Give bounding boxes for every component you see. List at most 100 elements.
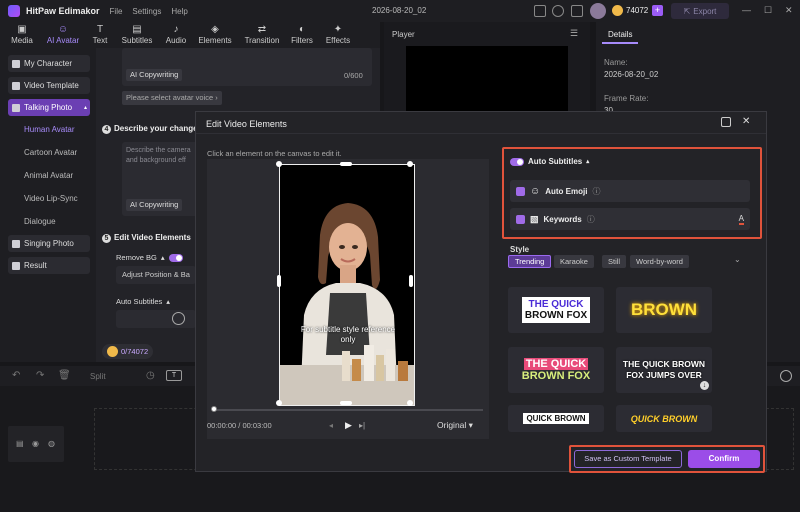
tab-ai-avatar[interactable]: ☺ AI Avatar xyxy=(42,22,84,48)
confirm-button[interactable]: Confirm xyxy=(688,450,760,468)
gift-icon[interactable] xyxy=(571,5,583,17)
left-sidebar: My Character Video Template Talking Phot… xyxy=(0,48,96,362)
sidebar-item-label: Video Template xyxy=(24,81,79,90)
tab-elements[interactable]: ◈ Elements xyxy=(194,22,236,48)
lock-icon[interactable]: ▤ xyxy=(16,439,24,448)
sidebar-item-video-template[interactable]: Video Template xyxy=(8,77,90,94)
remove-bg-label: Remove BG xyxy=(116,253,157,262)
prev-frame-icon[interactable]: ◂ xyxy=(329,421,333,430)
info-icon[interactable]: ⓘ xyxy=(592,186,600,197)
adjust-position-button[interactable]: Adjust Position & Ba xyxy=(116,266,196,284)
keyword-color-icon[interactable]: A xyxy=(738,214,744,225)
close-dialog-icon[interactable]: ✕ xyxy=(742,116,750,127)
split-button[interactable]: Split xyxy=(90,372,106,381)
menu-help[interactable]: Help xyxy=(171,7,187,16)
style-template-6[interactable]: QUICK BROWN xyxy=(616,405,712,432)
aspect-select[interactable]: Original ▾ xyxy=(437,420,473,431)
resize-handle-bl[interactable] xyxy=(276,400,282,406)
sidebar-item-singing-photo[interactable]: Singing Photo xyxy=(8,235,90,252)
save-custom-template-button[interactable]: Save as Custom Template xyxy=(574,450,682,468)
style-template-5[interactable]: QUICK BROWN xyxy=(508,405,604,432)
style-tab-word-by-word[interactable]: Word-by-word xyxy=(630,255,689,268)
download-icon[interactable]: ↓ xyxy=(700,381,709,390)
subtitle-style-slot[interactable] xyxy=(116,310,196,328)
play-icon[interactable]: ▶ xyxy=(345,420,352,431)
auto-emoji-row: ☺ Auto Emoji ⓘ xyxy=(510,180,750,202)
auto-emoji-checkbox[interactable] xyxy=(516,186,525,196)
sidebar-sub-human-avatar[interactable]: Human Avatar xyxy=(24,125,75,134)
tab-filters[interactable]: ◐ Filters xyxy=(288,22,316,48)
maximize-dialog-icon[interactable] xyxy=(721,117,731,127)
tab-audio[interactable]: ♪ Audio xyxy=(162,22,190,48)
video-canvas[interactable]: For subtitle style reference only xyxy=(279,164,415,406)
resize-handle-br[interactable] xyxy=(407,400,413,406)
export-button[interactable]: ⇱ Export xyxy=(671,3,729,19)
sidebar-sub-cartoon-avatar[interactable]: Cartoon Avatar xyxy=(24,148,77,157)
emoji-icon[interactable] xyxy=(552,5,564,17)
delete-icon[interactable]: 🗑 xyxy=(58,370,71,381)
resize-handle-right[interactable] xyxy=(409,275,413,287)
style-tab-trending[interactable]: Trending xyxy=(508,255,552,268)
maximize-icon[interactable]: ☐ xyxy=(764,5,772,16)
add-credits-button[interactable]: + xyxy=(652,5,663,16)
progress-scrubber[interactable] xyxy=(211,406,217,412)
ai-copywriting-button[interactable]: AI Copywriting xyxy=(126,69,183,81)
user-avatar[interactable] xyxy=(590,3,606,19)
sidebar-sub-video-lip-sync[interactable]: Video Lip-Sync xyxy=(24,194,78,203)
speed-icon[interactable]: ◷ xyxy=(146,370,155,381)
style-tab-karaoke[interactable]: Karaoke xyxy=(554,255,594,268)
style-template-4[interactable]: THE QUICK BROWN FOX JUMPS OVER ↓ xyxy=(616,347,712,393)
zoom-icon[interactable] xyxy=(780,370,792,382)
tab-label: Filters xyxy=(291,36,313,45)
layout-icon[interactable] xyxy=(534,5,546,17)
sidebar-item-label: Singing Photo xyxy=(24,239,74,248)
auto-subtitles-toggle[interactable] xyxy=(510,157,524,166)
close-window-icon[interactable]: ✕ xyxy=(785,5,793,16)
sidebar-item-label: Talking Photo xyxy=(24,103,73,112)
expand-styles-icon[interactable]: ⌄ xyxy=(734,255,741,264)
avatar-voice-select[interactable]: Please select avatar voice › xyxy=(122,91,222,105)
style-template-2[interactable]: BROWN xyxy=(616,287,712,333)
info-icon[interactable]: ⓘ xyxy=(587,214,595,225)
next-frame-icon[interactable]: ▸| xyxy=(359,421,365,430)
tab-effects[interactable]: ✦ Effects xyxy=(322,22,354,48)
progress-track[interactable] xyxy=(213,409,483,411)
sidebar-item-talking-photo[interactable]: Talking Photo ▴ xyxy=(8,99,90,116)
tab-label: Media xyxy=(11,36,33,45)
template-text: THE QUICK xyxy=(528,299,584,310)
menu-icon[interactable]: ☰ xyxy=(570,28,578,39)
ai-copywriting-button-2[interactable]: AI Copywriting xyxy=(126,199,183,211)
sidebar-item-result[interactable]: Result xyxy=(8,257,90,274)
style-template-1[interactable]: THE QUICK BROWN FOX xyxy=(508,287,604,333)
remove-bg-toggle[interactable] xyxy=(168,253,183,262)
menu-settings[interactable]: Settings xyxy=(132,7,161,16)
text-icon: T xyxy=(96,24,104,35)
tab-transition[interactable]: ⇄ Transition xyxy=(240,22,284,48)
resize-handle-tl[interactable] xyxy=(276,161,282,167)
tab-media[interactable]: ▣ Media xyxy=(6,22,38,48)
resize-handle-top[interactable] xyxy=(340,162,352,166)
redo-icon[interactable]: ↷ xyxy=(36,370,44,381)
visibility-icon[interactable]: ◉ xyxy=(32,439,39,448)
sidebar-sub-dialogue[interactable]: Dialogue xyxy=(24,217,56,226)
undo-icon[interactable]: ↶ xyxy=(12,370,20,381)
tab-details[interactable]: Details xyxy=(602,27,639,44)
minimize-icon[interactable]: — xyxy=(742,5,751,15)
transition-icon: ⇄ xyxy=(257,24,267,35)
keywords-checkbox[interactable] xyxy=(516,214,525,224)
menu-file[interactable]: File xyxy=(110,7,123,16)
sidebar-sub-animal-avatar[interactable]: Animal Avatar xyxy=(24,171,73,180)
style-tab-still[interactable]: Still xyxy=(602,255,627,268)
frame-rate-label: Frame Rate: xyxy=(604,94,649,103)
resize-handle-tr[interactable] xyxy=(407,161,413,167)
caret-icon: ▴ xyxy=(160,253,165,262)
mute-icon[interactable]: ◍ xyxy=(48,439,55,448)
aspect-value: Original xyxy=(437,420,467,430)
sidebar-item-my-character[interactable]: My Character xyxy=(8,55,90,72)
tab-text[interactable]: T Text xyxy=(88,22,112,48)
resize-handle-bottom[interactable] xyxy=(340,401,352,405)
resize-handle-left[interactable] xyxy=(277,275,281,287)
tab-subtitles[interactable]: ▤ Subtitles xyxy=(116,22,158,48)
text-tool-icon[interactable]: T xyxy=(166,370,182,381)
style-template-3[interactable]: THE QUICK BROWN FOX xyxy=(508,347,604,393)
